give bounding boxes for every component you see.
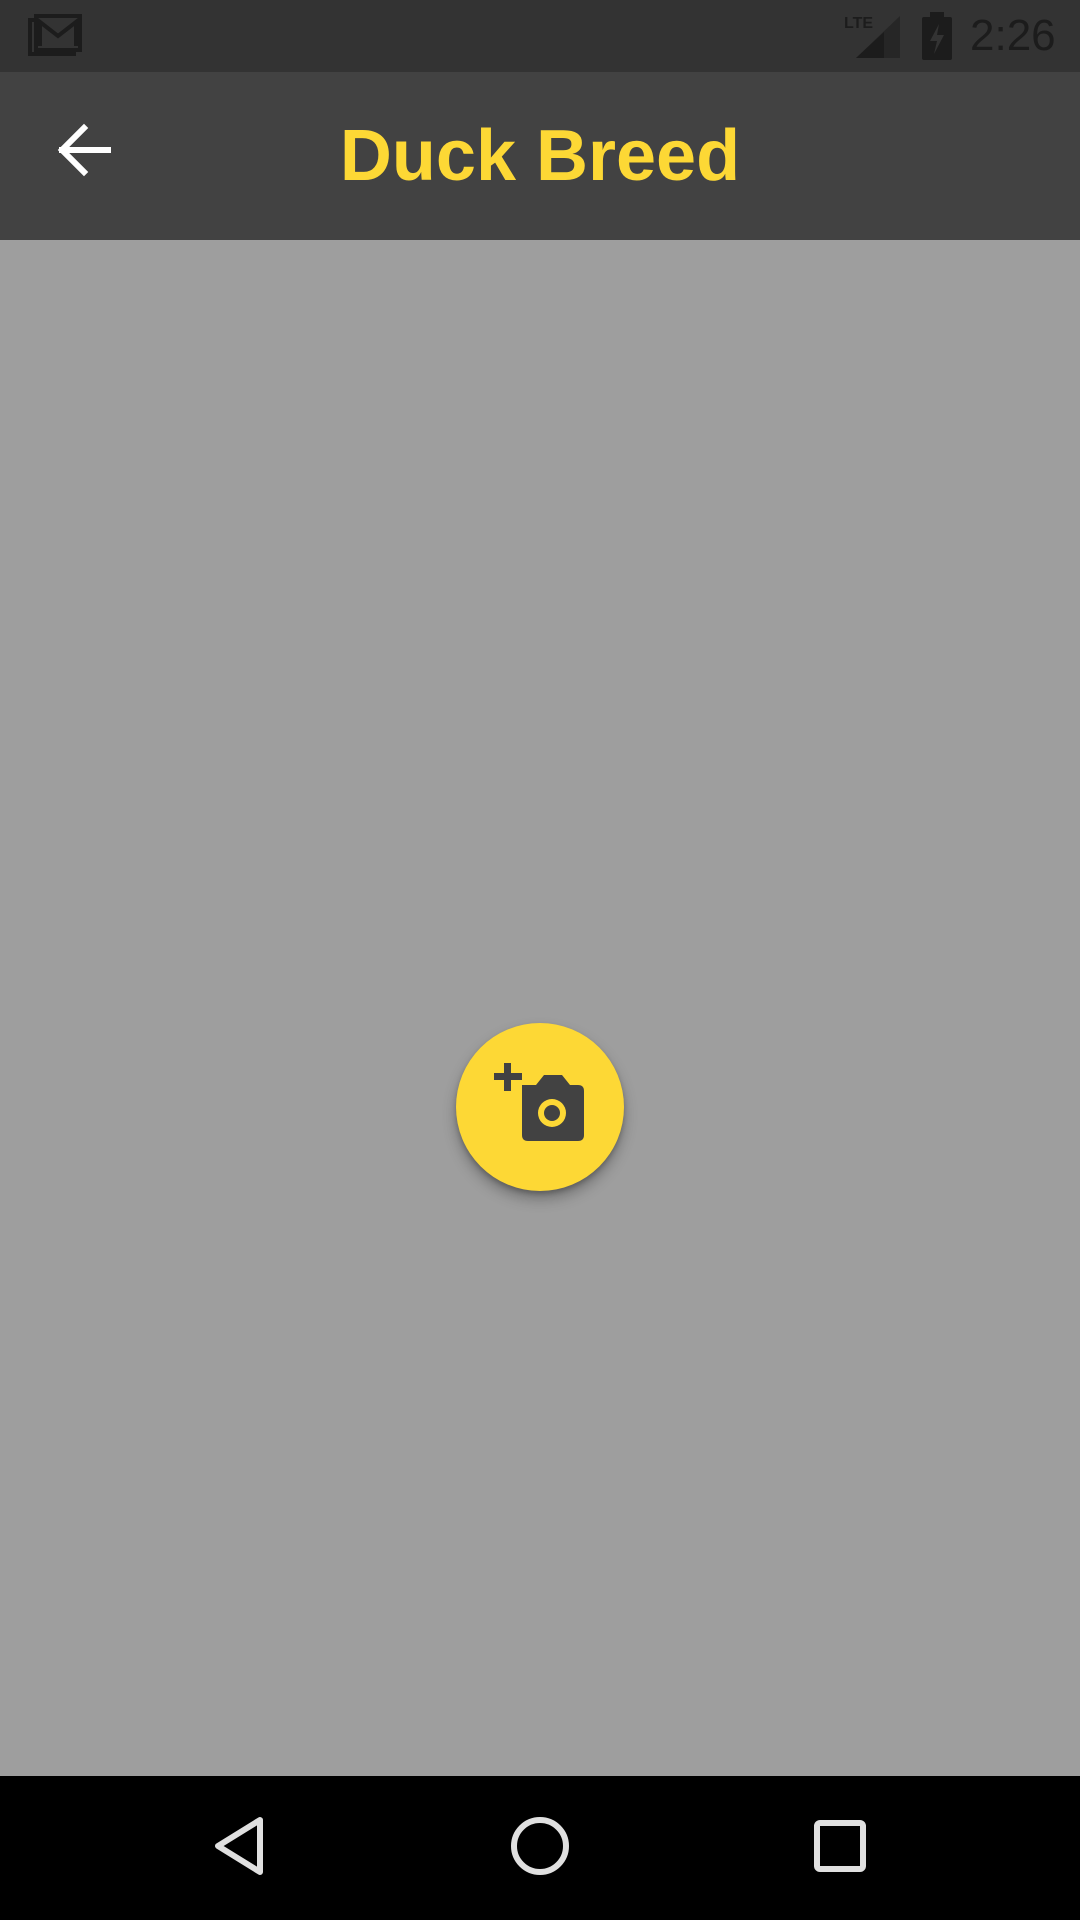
status-clock: 2:26 (970, 11, 1056, 60)
gmail-icon (28, 14, 82, 58)
nav-back-icon (210, 1814, 270, 1883)
nav-home-button[interactable] (490, 1798, 590, 1898)
battery-charging-icon (920, 12, 954, 60)
content-area (0, 240, 1080, 1776)
add-a-photo-icon (494, 1062, 586, 1152)
nav-recents-button[interactable] (790, 1798, 890, 1898)
nav-home-icon (508, 1814, 572, 1883)
network-type-label: LTE (844, 15, 873, 32)
app-bar: Duck Breed (0, 72, 1080, 240)
signal-icon: LTE (842, 12, 900, 58)
nav-back-button[interactable] (190, 1798, 290, 1898)
nav-recents-icon (812, 1818, 868, 1879)
arrow-back-icon (56, 122, 112, 183)
add-photo-button[interactable] (456, 1023, 624, 1191)
back-button[interactable] (44, 112, 124, 192)
screen: LTE 2:26 Duck Breed (0, 0, 1080, 1920)
status-bar: LTE 2:26 (0, 0, 1080, 72)
navigation-bar (0, 1776, 1080, 1920)
page-title: Duck Breed (339, 116, 741, 196)
